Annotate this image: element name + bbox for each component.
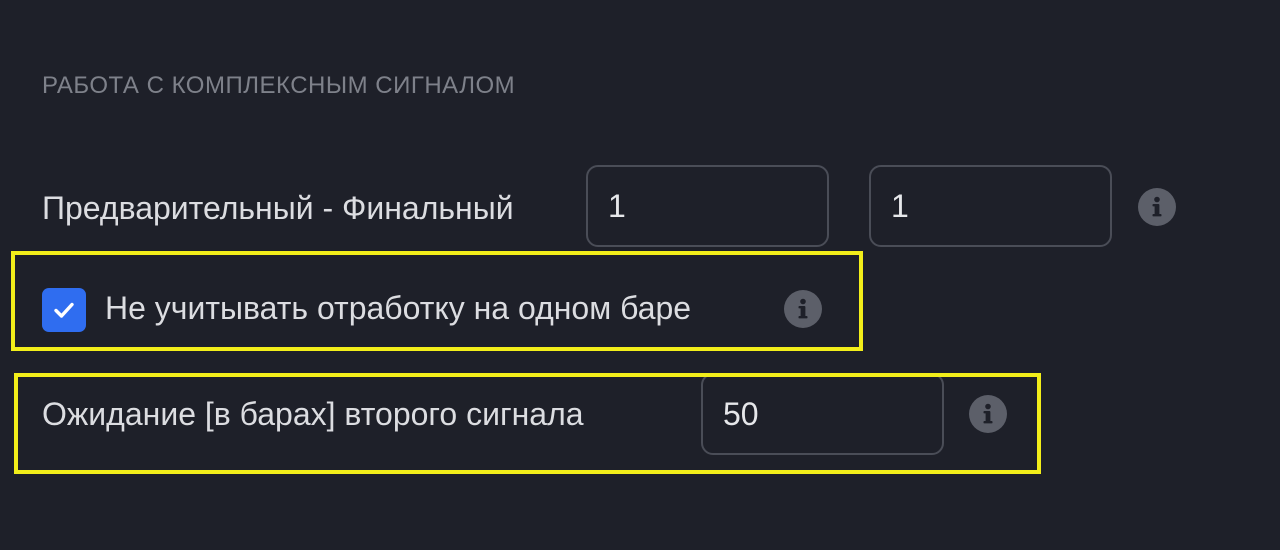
highlight-box-checkbox-row [11,251,863,351]
info-glyph [1152,196,1162,217]
pre-final-first-input[interactable] [586,165,829,247]
pre-final-label: Предварительный - Финальный [42,190,514,226]
info-icon[interactable] [1138,188,1176,226]
section-title: РАБОТА С КОМПЛЕКСНЫМ СИГНАЛОМ [42,72,516,99]
highlight-box-wait-row [14,373,1041,474]
pre-final-second-input[interactable] [869,165,1112,247]
